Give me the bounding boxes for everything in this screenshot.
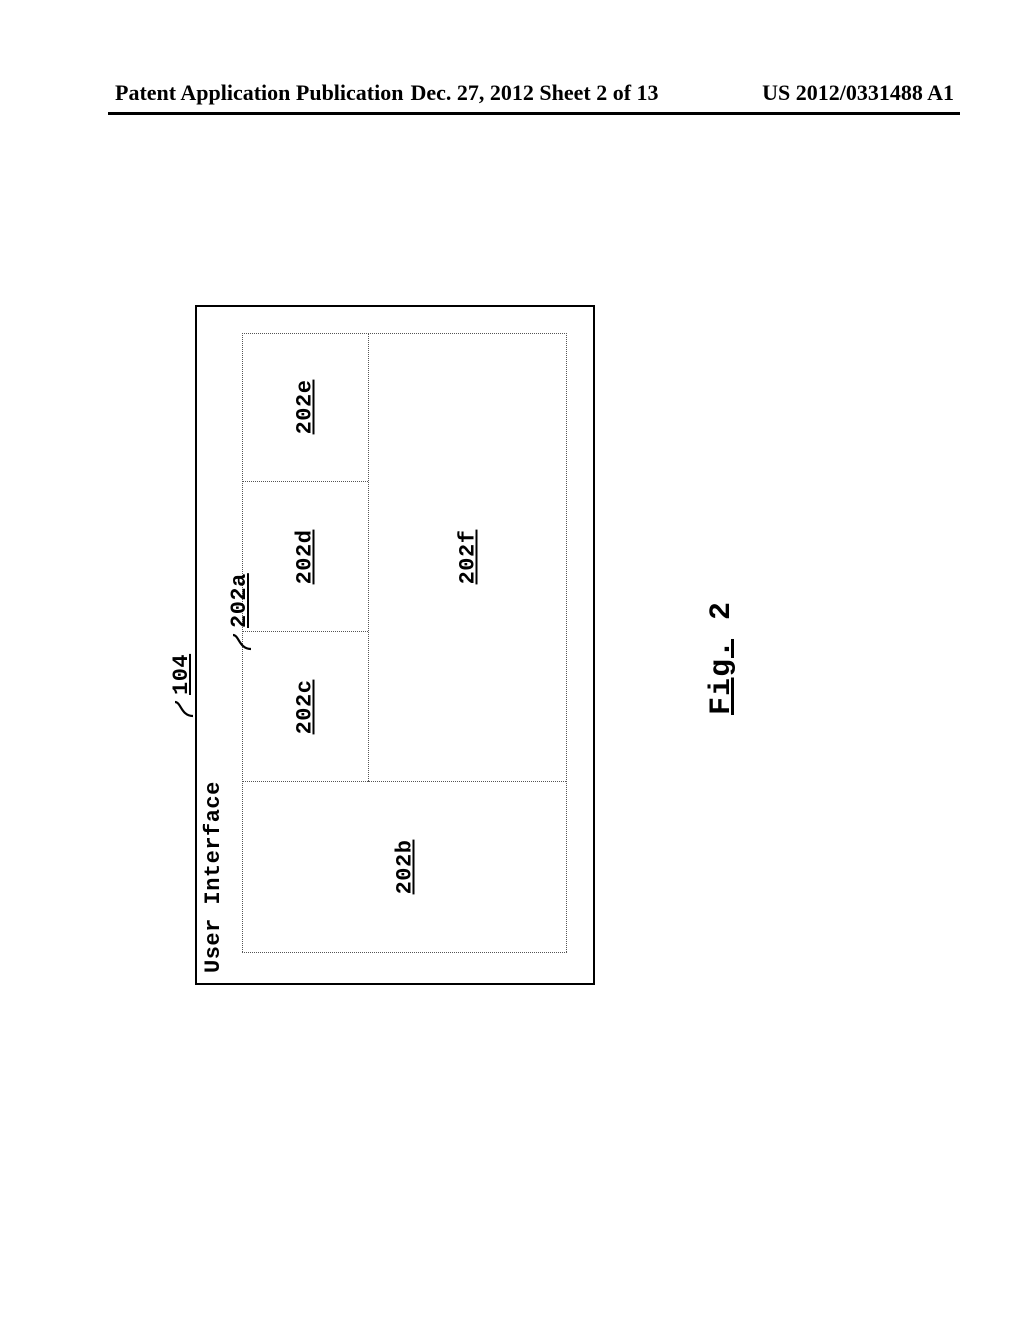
- gridline-vertical: [243, 481, 368, 482]
- gridline-vertical: [243, 631, 368, 632]
- figure-caption-number: 2: [705, 601, 739, 620]
- callout-hook-icon: [231, 631, 253, 653]
- header-center: Dec. 27, 2012 Sheet 2 of 13: [410, 80, 658, 106]
- figure-2: User Interface 202b 202c 202d 202e 202f …: [175, 285, 850, 1005]
- callout-202a: 202a: [227, 573, 252, 628]
- cell-label-202d: 202d: [293, 530, 318, 585]
- callout-hook-icon: [173, 698, 195, 720]
- figure-caption-word: Fig.: [705, 639, 739, 715]
- cell-label-202b: 202b: [393, 840, 418, 895]
- cell-label-202c: 202c: [293, 680, 318, 735]
- callout-104: 104: [169, 654, 194, 695]
- cell-label-202f: 202f: [456, 530, 481, 585]
- cell-label-202e: 202e: [293, 380, 318, 435]
- gridline-vertical: [243, 781, 566, 782]
- header-rule: [108, 112, 960, 115]
- ui-title: User Interface: [201, 781, 226, 973]
- gridline-horizontal: [368, 334, 369, 782]
- ui-inner-grid: 202b 202c 202d 202e 202f: [242, 333, 567, 953]
- header-left: Patent Application Publication: [115, 80, 403, 106]
- ui-outer-box: User Interface 202b 202c 202d 202e 202f …: [195, 305, 595, 985]
- figure-caption: Fig. 2: [705, 601, 739, 715]
- figure-rotated-group: User Interface 202b 202c 202d 202e 202f …: [175, 285, 850, 1005]
- header-right: US 2012/0331488 A1: [762, 80, 954, 106]
